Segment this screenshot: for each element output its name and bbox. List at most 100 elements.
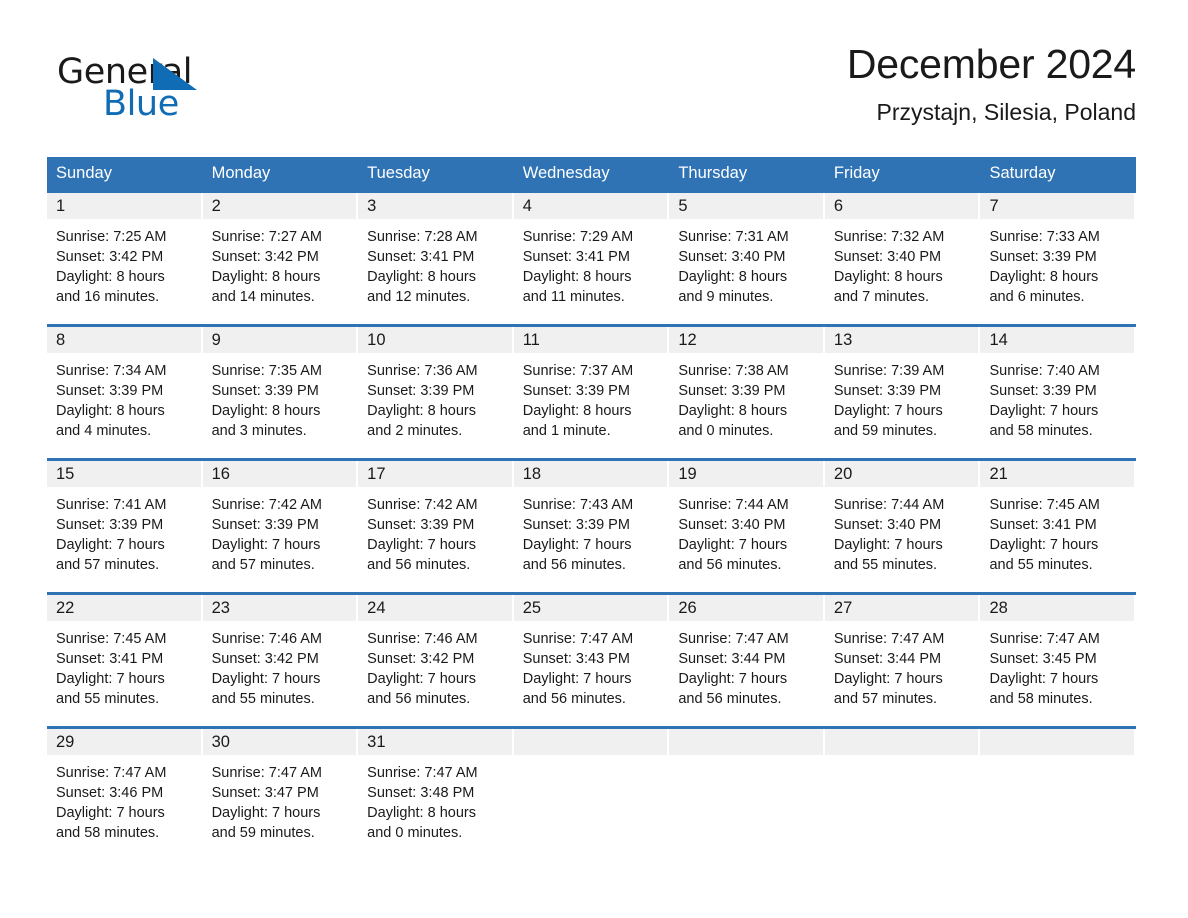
weekday-header-saturday: Saturday [989,164,1056,182]
sunrise-text: Sunrise: 7:47 AM [678,631,789,647]
daylight-text-line2: and 12 minutes. [367,289,471,305]
day-cell[interactable]: 26 Sunrise: 7:47 AM Sunset: 3:44 PM Dayligh… [669,595,825,726]
day-number: 13 [833,331,853,349]
daylight-text-line2: and 58 minutes. [56,825,160,841]
day-number: 21 [989,465,1008,483]
day-info: Sunrise: 7:39 AM Sunset: 3:39 PM Daylight:… [825,353,981,441]
daylight-text-line2: and 9 minutes. [678,289,774,305]
sunset-text: Sunset: 3:40 PM [678,517,786,533]
day-cell[interactable]: 4 Sunrise: 7:29 AM Sunset: 3:41 PM Daylight… [513,193,670,324]
daylight-text-line1: Daylight: 7 hours [211,537,321,553]
day-info: Sunrise: 7:25 AM Sunset: 3:42 PM Daylight:… [47,219,203,307]
sunset-text: Sunset: 3:40 PM [833,249,942,265]
daylight-text-line2: and 0 minutes. [367,825,463,841]
day-cell[interactable]: 11 Sunrise: 7:37 AM Sunset: 3:39 PM Dayligh… [513,327,670,458]
sunrise-text: Sunrise: 7:25 AM [56,229,167,245]
sunrise-text: Sunrise: 7:47 AM [56,765,167,781]
day-cell[interactable]: 29 Sunrise: 7:47 AM Sunset: 3:46 PM Dayligh… [47,729,203,844]
day-info: Sunrise: 7:47 AM Sunset: 3:44 PM Daylight:… [825,621,981,709]
day-number-band: 26 [669,595,823,621]
sunset-text: Sunset: 3:42 PM [211,249,319,265]
day-cell[interactable]: 10 Sunrise: 7:36 AM Sunset: 3:39 PM Dayligh… [358,327,514,458]
day-number: 10 [367,331,386,349]
sunrise-text: Sunrise: 7:32 AM [833,229,945,245]
day-cell[interactable]: 13 Sunrise: 7:39 AM Sunset: 3:39 PM Dayligh… [824,327,981,458]
day-number: 7 [989,197,999,215]
day-cell[interactable]: 27 Sunrise: 7:47 AM Sunset: 3:44 PM Dayligh… [824,595,981,726]
day-number: 31 [367,733,386,751]
day-cell[interactable]: 5 Sunrise: 7:31 AM Sunset: 3:40 PM Daylight… [669,193,825,324]
logo-text-blue: Blue [103,84,179,124]
day-cell-empty [669,729,825,844]
day-number-band: 10 [358,327,512,353]
daylight-text-line1: Daylight: 7 hours [367,671,476,687]
day-info: Sunrise: 7:42 AM Sunset: 3:39 PM Daylight:… [203,487,359,575]
day-cell[interactable]: 7 Sunrise: 7:33 AM Sunset: 3:39 PM Daylight… [980,193,1137,324]
day-cell[interactable]: 2 Sunrise: 7:27 AM Sunset: 3:42 PM Daylight… [202,193,359,324]
day-cell[interactable]: 20 Sunrise: 7:44 AM Sunset: 3:40 PM Dayligh… [824,461,981,592]
day-cell[interactable]: 6 Sunrise: 7:32 AM Sunset: 3:40 PM Daylight… [824,193,981,324]
day-cell[interactable]: 18 Sunrise: 7:43 AM Sunset: 3:39 PM Dayligh… [513,461,670,592]
daylight-text-line2: and 55 minutes. [833,557,938,573]
weekday-header-friday: Friday [833,164,880,182]
daylight-text-line2: and 57 minutes. [56,557,160,573]
daylight-text-line1: Daylight: 8 hours [678,403,788,419]
day-number-band: 5 [669,193,823,219]
sunset-text: Sunset: 3:42 PM [56,249,164,265]
day-number [669,733,678,751]
day-cell[interactable]: 12 Sunrise: 7:38 AM Sunset: 3:39 PM Dayligh… [669,327,825,458]
day-cell[interactable]: 31 Sunrise: 7:47 AM Sunset: 3:48 PM Dayligh… [358,729,514,844]
day-cell[interactable]: 1 Sunrise: 7:25 AM Sunset: 3:42 PM Daylight… [47,193,203,324]
day-number: 11 [522,331,540,349]
day-cell[interactable]: 14 Sunrise: 7:40 AM Sunset: 3:39 PM Dayligh… [980,327,1137,458]
daylight-text-line2: and 58 minutes. [989,691,1093,707]
day-number [825,733,834,751]
day-cell[interactable]: 24 Sunrise: 7:46 AM Sunset: 3:42 PM Dayligh… [358,595,514,726]
day-cell[interactable]: 30 Sunrise: 7:47 AM Sunset: 3:47 PM Dayligh… [202,729,359,844]
daylight-text-line1: Daylight: 7 hours [211,671,321,687]
day-cell[interactable]: 22 Sunrise: 7:45 AM Sunset: 3:41 PM Dayligh… [47,595,203,726]
sunset-text: Sunset: 3:47 PM [211,785,319,801]
day-number-band: 13 [824,327,979,353]
day-cell[interactable]: 23 Sunrise: 7:46 AM Sunset: 3:42 PM Dayligh… [202,595,359,726]
day-number-band [980,729,1135,755]
day-cell[interactable]: 15 Sunrise: 7:41 AM Sunset: 3:39 PM Dayligh… [47,461,203,592]
day-info [980,755,1136,763]
day-info: Sunrise: 7:45 AM Sunset: 3:41 PM Daylight:… [980,487,1136,575]
daylight-text-line1: Daylight: 7 hours [678,537,788,553]
day-number: 16 [211,465,230,483]
sunrise-text: Sunrise: 7:38 AM [678,363,789,379]
day-cell[interactable]: 17 Sunrise: 7:42 AM Sunset: 3:39 PM Dayligh… [358,461,514,592]
day-number-band [513,729,668,755]
day-number: 19 [678,465,697,483]
day-cell[interactable]: 3 Sunrise: 7:28 AM Sunset: 3:41 PM Daylight… [358,193,514,324]
day-number-band: 27 [824,595,979,621]
day-info: Sunrise: 7:29 AM Sunset: 3:41 PM Daylight:… [514,219,670,307]
day-cell[interactable]: 21 Sunrise: 7:45 AM Sunset: 3:41 PM Dayligh… [980,461,1137,592]
day-cell[interactable]: 8 Sunrise: 7:34 AM Sunset: 3:39 PM Daylight… [47,327,203,458]
weekday-header-tuesday: Tuesday [367,164,430,182]
daylight-text-line1: Daylight: 8 hours [522,403,632,419]
day-cell-empty [513,729,670,844]
day-info: Sunrise: 7:31 AM Sunset: 3:40 PM Daylight:… [669,219,825,307]
day-cell[interactable]: 25 Sunrise: 7:47 AM Sunset: 3:43 PM Dayligh… [513,595,670,726]
day-number: 14 [989,331,1008,349]
day-cell[interactable]: 16 Sunrise: 7:42 AM Sunset: 3:39 PM Dayligh… [202,461,359,592]
day-number-band: 18 [513,461,668,487]
day-cell[interactable]: 9 Sunrise: 7:35 AM Sunset: 3:39 PM Daylight… [202,327,359,458]
sunset-text: Sunset: 3:39 PM [989,249,1097,265]
day-cell[interactable]: 19 Sunrise: 7:44 AM Sunset: 3:40 PM Dayligh… [669,461,825,592]
daylight-text-line2: and 16 minutes. [56,289,160,305]
daylight-text-line2: and 57 minutes. [211,557,315,573]
daylight-text-line2: and 6 minutes. [989,289,1085,305]
daylight-text-line2: and 59 minutes. [833,423,938,439]
day-number-band: 19 [669,461,823,487]
sunset-text: Sunset: 3:39 PM [367,383,475,399]
sunset-text: Sunset: 3:42 PM [367,651,475,667]
day-cell[interactable]: 28 Sunrise: 7:47 AM Sunset: 3:45 PM Dayligh… [980,595,1137,726]
daylight-text-line1: Daylight: 7 hours [56,671,165,687]
day-number: 22 [56,599,75,617]
weekday-header-wednesday: Wednesday [522,164,610,182]
sunset-text: Sunset: 3:41 PM [367,249,475,265]
sunrise-text: Sunrise: 7:42 AM [367,497,478,513]
